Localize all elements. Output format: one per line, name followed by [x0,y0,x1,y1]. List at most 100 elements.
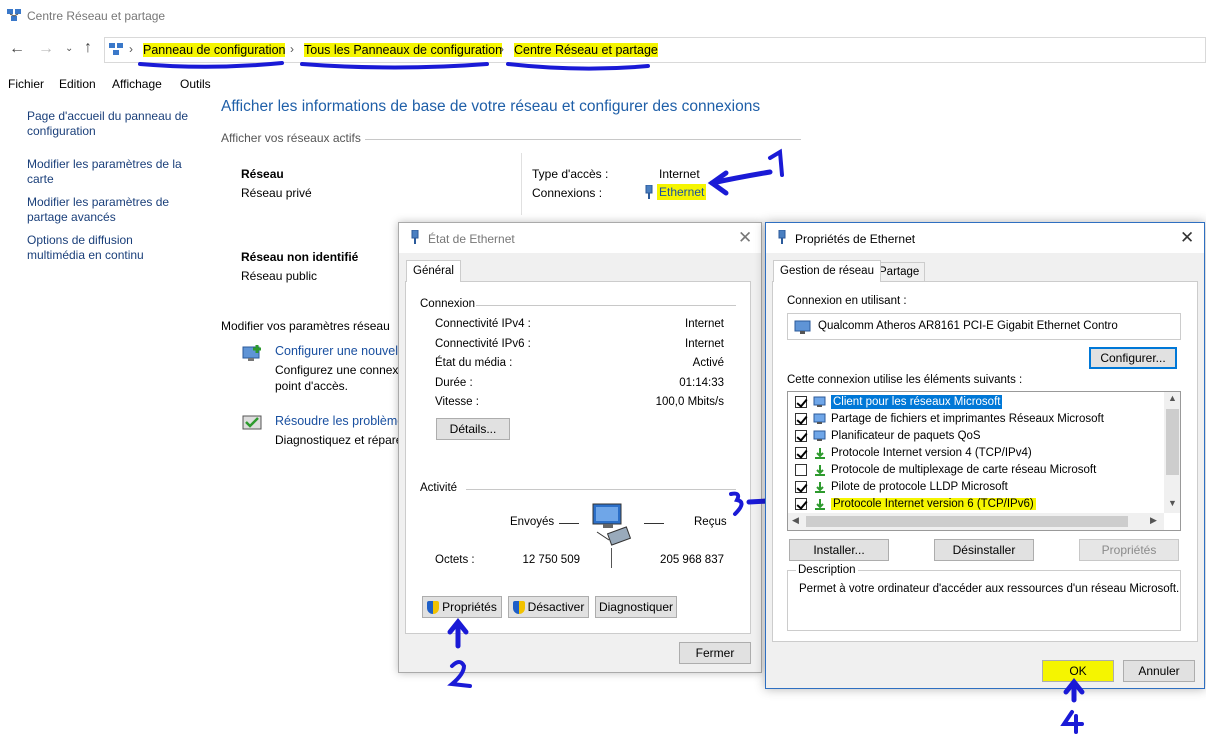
protocol-icon [813,498,827,510]
menu-outils[interactable]: Outils [180,77,211,91]
ipv4-value: Internet [685,318,724,330]
properties-button-label: Propriétés [442,600,497,614]
uac-shield-icon [512,600,525,614]
list-item[interactable]: Partage de fichiers et imprimantes Résea… [795,410,1104,427]
checkbox-file-sharing[interactable] [795,412,807,425]
uninstall-button[interactable]: Désinstaller [934,539,1034,561]
scrollbar-thumb[interactable] [806,516,1128,527]
ethernet-plug-icon [778,229,786,244]
speed-value: 100,0 Mbits/s [655,396,724,408]
checkbox-multiplexor[interactable] [795,463,807,476]
checkbox-ipv4[interactable] [795,446,807,459]
list-item[interactable]: Protocole Internet version 6 (TCP/IPv6) [795,495,1036,512]
tab-general[interactable]: Général [406,260,461,282]
network1-name: Réseau [241,167,284,181]
tab-networking[interactable]: Gestion de réseau [773,260,881,282]
connection-group-line [476,305,736,306]
menu-edition[interactable]: Edition [59,77,96,91]
disable-button-label: Désactiver [527,600,585,614]
protocol-icon [813,481,827,493]
bytes-sent-value: 12 750 509 [522,554,580,566]
item-label: Planificateur de paquets QoS [831,429,981,442]
network-client-icon [813,430,827,442]
item-label: Pilote de protocole LLDP Microsoft [831,480,1008,493]
ethernet-plug-icon [645,184,653,199]
item-label: Client pour les réseaux Microsoft [831,394,1003,409]
close-icon[interactable]: ✕ [738,228,752,248]
network-adapter-icon [794,320,812,334]
properties-dialog: Propriétés de Ethernet ✕ Gestion de rése… [765,222,1205,689]
menu-fichier[interactable]: Fichier [8,77,44,91]
list-item[interactable]: Client pour les réseaux Microsoft [795,393,1003,410]
network-client-icon [813,396,827,408]
cancel-button[interactable]: Annuler [1123,660,1195,682]
ethernet-plug-icon [411,229,419,244]
networking-tab-panel: Connexion en utilisant : Qualcomm Athero… [772,281,1198,642]
media-state-value: Activé [692,357,724,369]
vertical-scrollbar[interactable]: ▲ ▼ [1164,392,1180,513]
access-type-label: Type d'accès : [532,167,609,181]
scroll-right-icon[interactable]: ▶ [1150,515,1157,526]
annotation-arrow-1 [707,148,784,196]
components-list[interactable]: Client pour les réseaux Microsoft Partag… [787,391,1181,531]
checkbox-ipv6[interactable] [795,497,807,510]
menu-affichage[interactable]: Affichage [112,77,162,91]
checkbox-client[interactable] [795,395,807,408]
checkbox-lldp[interactable] [795,480,807,493]
list-item[interactable]: Pilote de protocole LLDP Microsoft [795,478,1008,495]
description-group: Description Permet à votre ordinateur d'… [787,564,1181,631]
media-state-label: État du média : [435,357,513,369]
configure-button[interactable]: Configurer... [1089,347,1177,369]
scroll-up-icon[interactable]: ▲ [1168,393,1177,403]
modify-settings-label: Modifier vos paramètres réseau [221,319,390,333]
install-button[interactable]: Installer... [789,539,889,561]
annotation-arrow-2 [447,618,472,688]
activity-group-label: Activité [420,482,458,494]
received-label: Reçus [694,516,727,528]
list-item[interactable]: Protocole Internet version 4 (TCP/IPv4) [795,444,1032,461]
network-computers-icon [589,502,635,548]
sidebar-item-home[interactable]: Page d'accueil du panneau de configurati… [27,109,192,139]
duration-label: Durée : [435,377,473,389]
vertical-divider [521,153,522,215]
disable-button[interactable]: Désactiver [508,596,589,618]
sidebar-item-media-streaming[interactable]: Options de diffusion multimédia en conti… [27,233,157,263]
scrollbar-thumb[interactable] [1166,409,1179,475]
annotation-arrow-4 [1060,677,1085,734]
sidebar-item-adapter-settings[interactable]: Modifier les paramètres de la carte [27,157,187,187]
item-label: Protocole de multiplexage de carte résea… [831,463,1097,476]
scroll-left-icon[interactable]: ◀ [792,515,799,526]
network-client-icon [813,413,827,425]
received-line [644,523,664,524]
status-dialog-titlebar: État de Ethernet ✕ [399,223,761,253]
adapter-field: Qualcomm Atheros AR8161 PCI-E Gigabit Et… [787,313,1181,340]
bytes-divider [611,548,612,568]
description-text: Permet à votre ordinateur d'accéder aux … [799,583,1180,595]
item-label: Protocole Internet version 6 (TCP/IPv6) [831,497,1036,510]
properties-button[interactable]: Propriétés [422,596,502,618]
access-type-value: Internet [659,167,700,181]
close-icon[interactable]: ✕ [1180,228,1194,248]
list-item[interactable]: Planificateur de paquets QoS [795,427,981,444]
diagnose-button[interactable]: Diagnostiquer [595,596,677,618]
ipv4-label: Connectivité IPv4 : [435,318,531,330]
properties-dialog-titlebar: Propriétés de Ethernet ✕ [766,223,1204,253]
troubleshoot-link[interactable]: Résoudre les problèmes [275,414,411,428]
connections-label: Connexions : [532,186,603,200]
scroll-down-icon[interactable]: ▼ [1168,498,1177,508]
horizontal-scrollbar[interactable]: ◀ ▶ [788,513,1164,530]
bytes-label: Octets : [435,554,475,566]
ethernet-connection-link[interactable]: Ethernet [657,184,707,200]
details-button[interactable]: Détails... [436,418,510,440]
checkbox-qos[interactable] [795,429,807,442]
uac-shield-icon [427,600,440,614]
setup-connection-link[interactable]: Configurer une nouvelle [275,344,408,358]
close-button[interactable]: Fermer [679,642,751,664]
troubleshoot-icon [241,413,265,435]
annotation-underlines [138,61,650,71]
network2-type: Réseau public [241,269,318,283]
list-item[interactable]: Protocole de multiplexage de carte résea… [795,461,1096,478]
item-properties-button[interactable]: Propriétés [1079,539,1179,561]
sidebar-item-advanced-sharing[interactable]: Modifier les paramètres de partage avanc… [27,195,177,225]
connection-group-label: Connexion [420,298,475,310]
